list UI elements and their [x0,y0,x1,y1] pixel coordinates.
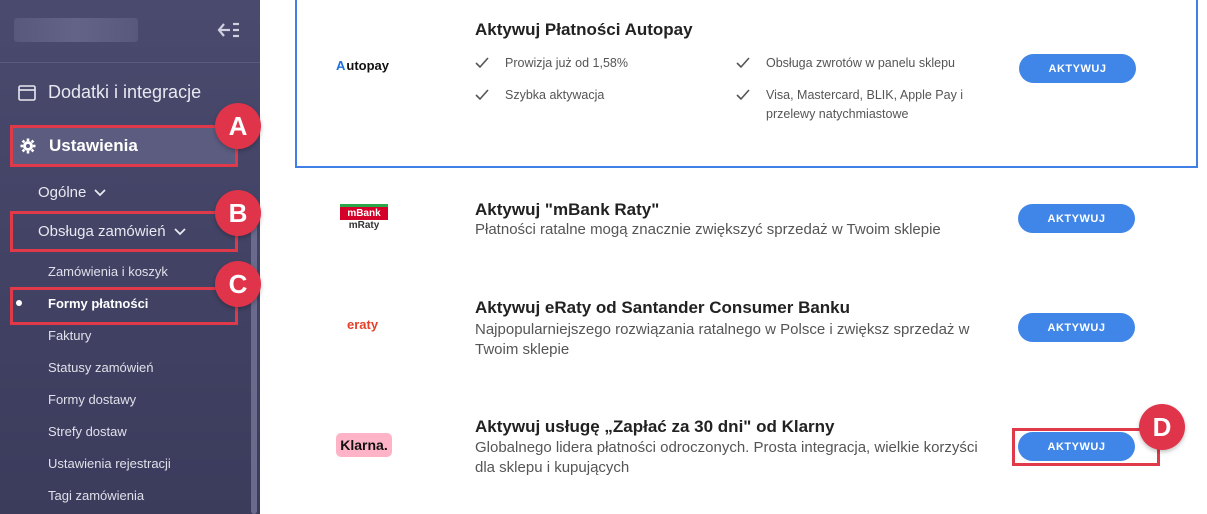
sidebar-leaf-rejestracja[interactable]: Ustawienia rejestracji [48,456,171,471]
mbank-desc: Płatności ratalne mogą znacznie zwiększy… [475,221,941,238]
activate-eraty-button[interactable]: AKTYWUJ [1018,313,1135,342]
highlight-box-c [10,287,238,325]
check-icon [475,89,489,101]
sidebar-leaf-statusy[interactable]: Statusy zamówień [48,360,154,375]
feature-text: Szybka aktywacja [505,88,605,102]
check-icon [736,57,750,69]
store-logo[interactable] [14,18,138,42]
activate-mbank-button[interactable]: AKTYWUJ [1018,204,1135,233]
autopay-title: Aktywuj Płatności Autopay [475,20,693,39]
feature-text: Obsługa zwrotów w panelu sklepu [766,56,955,70]
sidebar-divider [0,62,260,63]
check-icon [475,57,489,69]
autopay-card [295,0,1198,168]
autopay-feature: Prowizja już od 1,58% [475,54,715,73]
sidebar: Dodatki i integracje Ustawienia Ogólne O… [0,0,260,514]
highlight-box-d [1012,428,1160,466]
highlight-box-a [10,125,238,167]
sidebar-item-ogolne[interactable]: Ogólne [38,184,107,201]
mbank-title: Aktywuj "mBank Raty" [475,200,660,219]
sidebar-leaf-strefy[interactable]: Strefy dostaw [48,424,127,439]
sidebar-item-label: Dodatki i integracje [48,82,202,102]
sidebar-leaf-faktury[interactable]: Faktury [48,328,91,343]
marker-a: A [215,103,261,149]
autopay-logo-mark: A [336,58,346,73]
highlight-box-b [10,211,238,252]
klarna-title: Aktywuj usługę „Zapłać za 30 dni" od Kla… [475,417,835,436]
eraty-title: Aktywuj eRaty od Santander Consumer Bank… [475,298,851,317]
autopay-feature: Szybka aktywacja [475,86,715,105]
mbank-logo-top: mBank [340,203,388,220]
chevron-down-icon [94,188,107,196]
sidebar-leaf-tagi[interactable]: Tagi zamówienia [48,488,144,503]
feature-text: Prowizja już od 1,58% [505,56,628,70]
autopay-feature: Obsługa zwrotów w panelu sklepu [736,54,976,73]
feature-text: Visa, Mastercard, BLIK, Apple Pay i prze… [766,88,964,121]
collapse-sidebar-icon[interactable] [216,20,240,40]
eraty-desc: Najpopularniejszego rozwiązania ratalneg… [475,321,970,358]
marker-b: B [215,190,261,236]
sidebar-item-dodatki[interactable]: Dodatki i integracje [18,82,201,103]
sidebar-item-label: Ogólne [38,184,87,201]
autopay-logo-text: utopay [346,58,390,73]
klarna-logo: Klarna. [336,433,392,457]
klarna-desc: Globalnego lidera płatności odroczonych.… [475,439,978,476]
autopay-logo: Autopay [336,58,389,73]
check-icon [736,89,750,101]
autopay-feature: Visa, Mastercard, BLIK, Apple Pay i prze… [736,86,976,124]
sidebar-leaf-zamowienia[interactable]: Zamówienia i koszyk [48,264,168,279]
eraty-logo: eraty [347,317,379,332]
window-icon [18,84,36,102]
activate-autopay-button[interactable]: AKTYWUJ [1019,54,1136,83]
marker-c: C [215,261,261,307]
marker-d: D [1139,404,1185,450]
mbank-logo-bottom: mRaty [348,219,380,231]
sidebar-leaf-formy-dostawy[interactable]: Formy dostawy [48,392,136,407]
mbank-raty-logo: mBank mRaty [339,201,389,233]
